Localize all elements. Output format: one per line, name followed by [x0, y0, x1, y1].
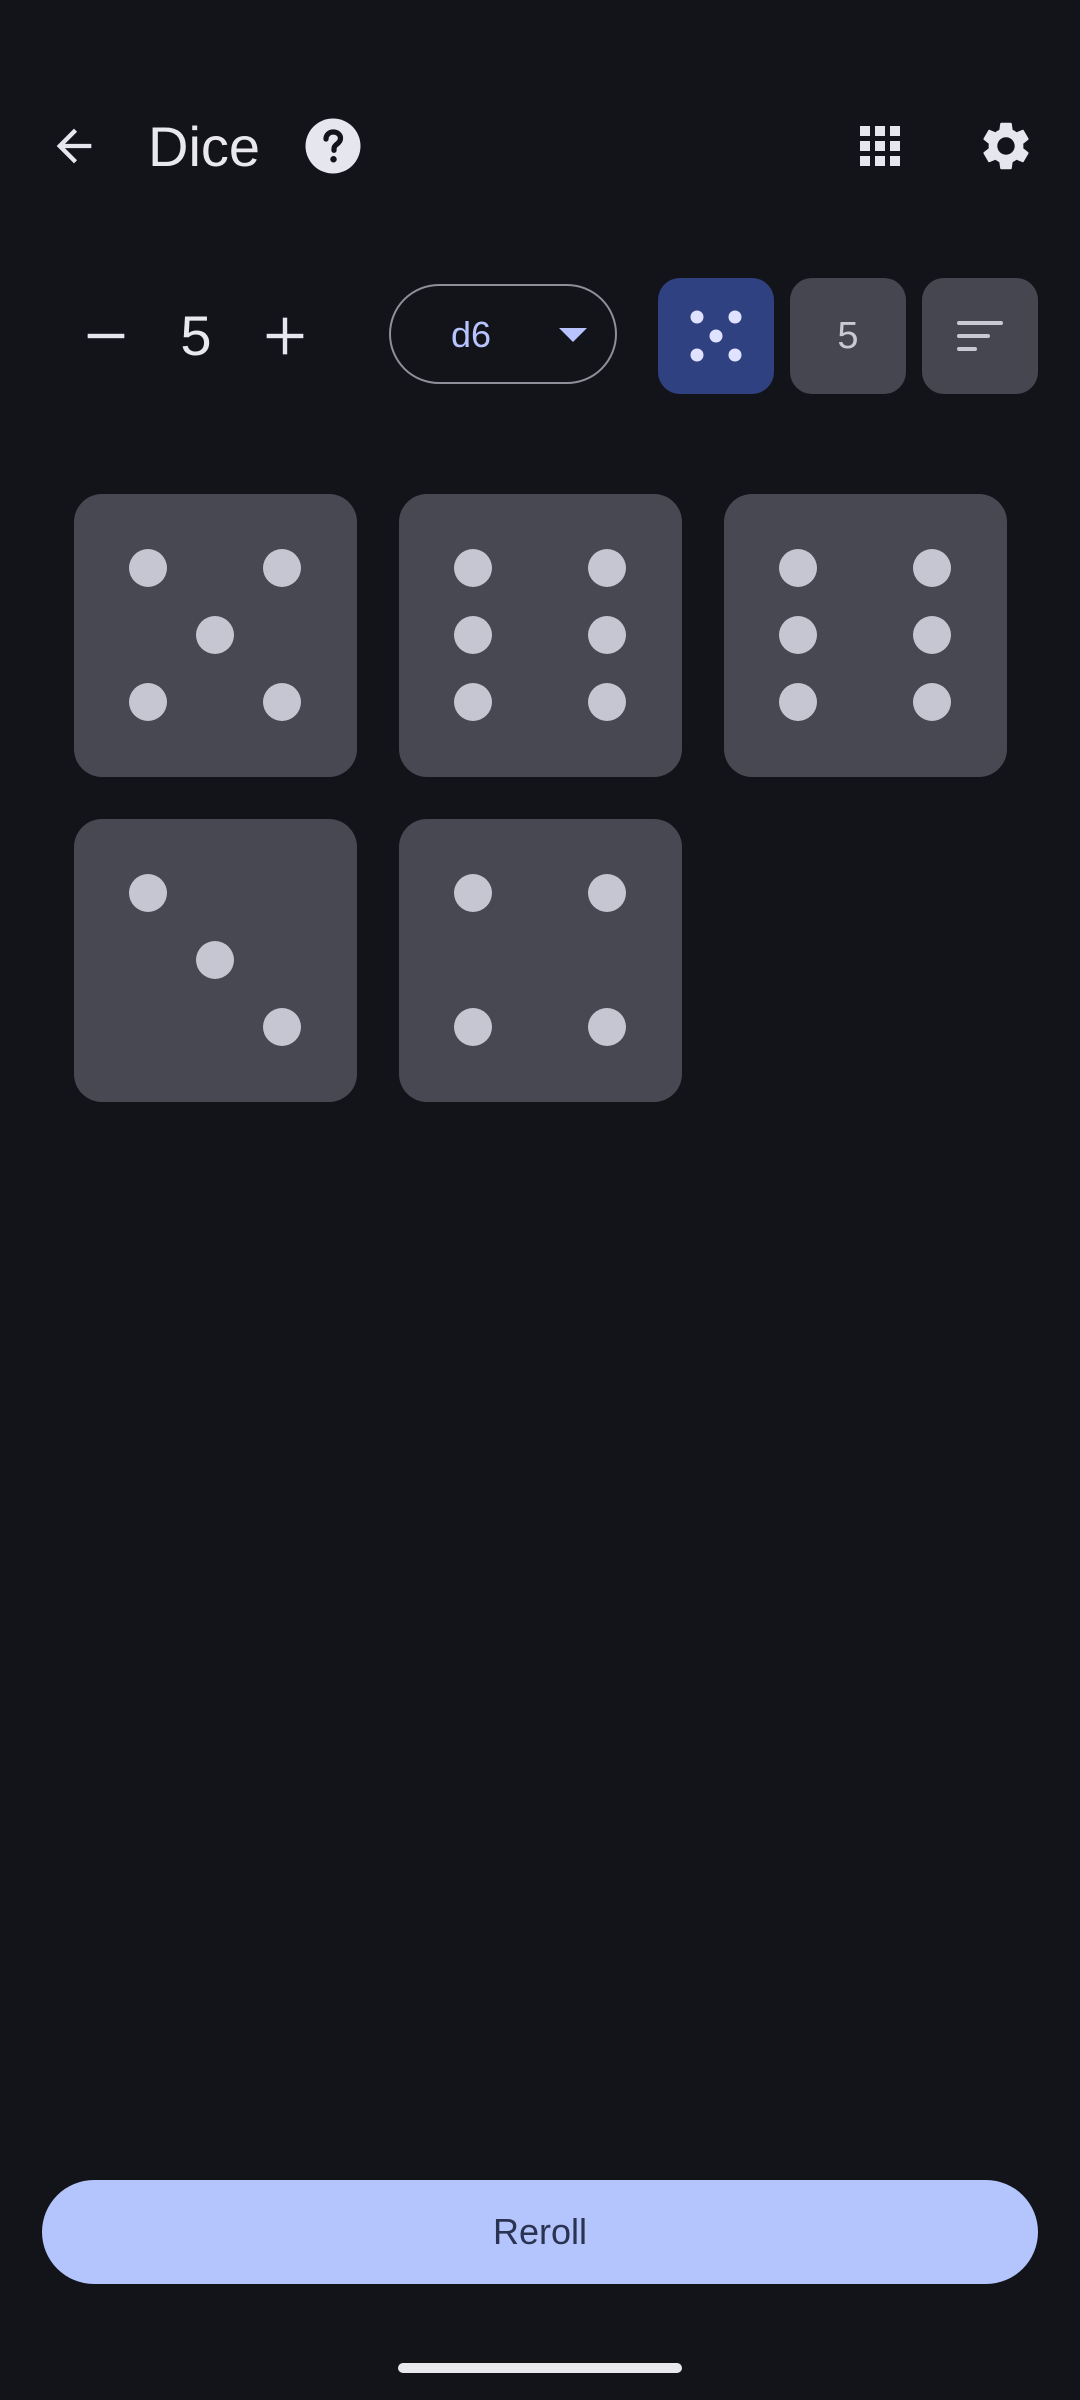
grid-icon [860, 126, 900, 166]
die-1[interactable] [74, 494, 357, 777]
die-pip [588, 549, 626, 587]
die-pip [454, 549, 492, 587]
die-pip [196, 941, 234, 979]
sort-icon [957, 321, 1003, 351]
die-pip [129, 549, 167, 587]
dice-count-value: 5 [180, 304, 212, 367]
die-3[interactable] [724, 494, 1007, 777]
die-pip [454, 874, 492, 912]
help-icon [305, 118, 361, 174]
pips-mode-button[interactable] [658, 278, 774, 394]
increase-count-button[interactable] [237, 288, 333, 384]
die-pip [588, 616, 626, 654]
die-pip [913, 549, 951, 587]
page-title: Dice [148, 115, 261, 178]
plus-icon [266, 317, 304, 355]
die-pip [263, 1008, 301, 1046]
die-pip [454, 616, 492, 654]
die-type-label: d6 [451, 314, 492, 355]
number-mode-label: 5 [837, 314, 859, 357]
die-pip [454, 1008, 492, 1046]
die-pip [779, 549, 817, 587]
die-pip [779, 616, 817, 654]
minus-icon [87, 333, 125, 339]
reroll-button[interactable]: Reroll [42, 2180, 1038, 2284]
die-pip [779, 683, 817, 721]
grid-view-button[interactable] [832, 98, 928, 194]
die-pip [129, 683, 167, 721]
die-2[interactable] [399, 494, 682, 777]
die-pip [196, 616, 234, 654]
back-button[interactable] [26, 98, 122, 194]
dice-pips-icon [690, 310, 742, 362]
number-mode-button[interactable]: 5 [790, 278, 906, 394]
home-indicator[interactable] [398, 2363, 682, 2373]
die-pip [588, 1008, 626, 1046]
settings-button[interactable] [958, 98, 1054, 194]
die-pip [129, 874, 167, 912]
die-4[interactable] [74, 819, 357, 1102]
back-arrow-icon [56, 128, 92, 164]
dropdown-caret-icon [559, 328, 587, 342]
sort-button[interactable] [922, 278, 1038, 394]
die-type-dropdown[interactable]: d6 [389, 284, 617, 384]
die-pip [588, 874, 626, 912]
die-pip [913, 616, 951, 654]
help-button[interactable] [285, 98, 381, 194]
die-pip [263, 683, 301, 721]
die-pip [263, 549, 301, 587]
die-pip [913, 683, 951, 721]
reroll-label: Reroll [492, 2211, 588, 2252]
decrease-count-button[interactable] [58, 288, 154, 384]
die-pip [588, 683, 626, 721]
die-pip [454, 683, 492, 721]
gear-icon [983, 122, 1029, 170]
die-5[interactable] [399, 819, 682, 1102]
